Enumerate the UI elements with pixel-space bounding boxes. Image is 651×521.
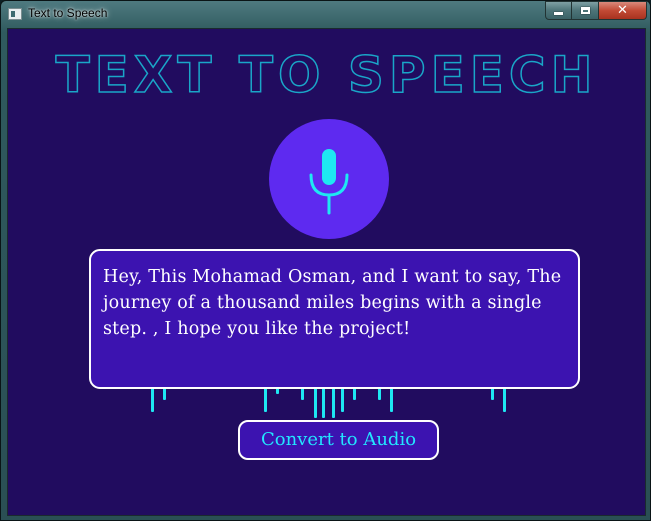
title-bar[interactable]: Text to Speech ✕: [1, 1, 651, 27]
text-input[interactable]: Hey, This Mohamad Osman, and I want to s…: [89, 249, 580, 389]
maximize-icon: [580, 7, 590, 14]
sound-bar: [314, 384, 317, 418]
minimize-button[interactable]: [545, 1, 572, 20]
window-frame: Text to Speech ✕ TEXT TO SPEECH Hey, Thi…: [0, 0, 651, 521]
window-title: Text to Speech: [28, 6, 108, 20]
minimize-icon: [554, 12, 563, 15]
maximize-button[interactable]: [572, 1, 599, 20]
close-icon: ✕: [617, 3, 628, 18]
sound-bar: [332, 384, 335, 418]
caption-buttons: ✕: [545, 1, 647, 20]
sound-bar: [322, 384, 325, 418]
close-button[interactable]: ✕: [599, 1, 647, 20]
convert-to-audio-button[interactable]: Convert to Audio: [238, 420, 439, 460]
app-icon: [8, 8, 22, 20]
app-content: TEXT TO SPEECH Hey, This Mohamad Osman, …: [7, 28, 646, 516]
